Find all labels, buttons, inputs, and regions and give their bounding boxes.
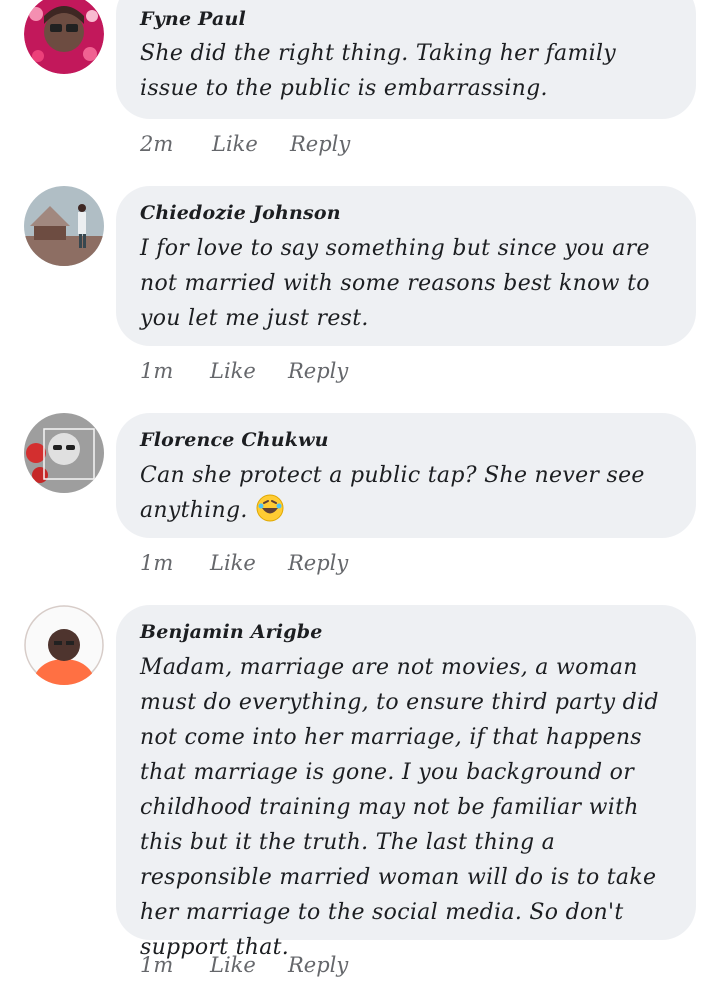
comment-bubble: Fyne Paul She did the right thing. Takin… <box>116 0 696 119</box>
like-button[interactable]: Like <box>212 132 258 156</box>
comment-bubble: Florence Chukwu Can she protect a public… <box>116 413 696 538</box>
like-button[interactable]: Like <box>210 359 256 383</box>
avatar[interactable] <box>24 186 104 266</box>
comment-text: I for love to say something but since yo… <box>140 236 650 331</box>
comment-timestamp[interactable]: 2m <box>140 132 173 156</box>
commenter-name[interactable]: Fyne Paul <box>140 8 246 30</box>
commenter-name[interactable]: Chiedozie Johnson <box>140 202 341 224</box>
comment-timestamp[interactable]: 1m <box>140 551 173 575</box>
like-button[interactable]: Like <box>210 551 256 575</box>
comment-bubble: Chiedozie Johnson I for love to say some… <box>116 186 696 346</box>
rolling-on-floor-laughing-icon <box>256 494 284 522</box>
like-button[interactable]: Like <box>210 953 256 977</box>
comment-timestamp[interactable]: 1m <box>140 359 173 383</box>
comment-timestamp[interactable]: 1m <box>140 953 173 977</box>
avatar[interactable] <box>24 0 104 74</box>
reply-button[interactable]: Reply <box>288 359 348 383</box>
reply-button[interactable]: Reply <box>290 132 350 156</box>
comment-text: She did the right thing. Taking her fami… <box>140 41 617 101</box>
avatar[interactable] <box>24 605 104 685</box>
commenter-name[interactable]: Florence Chukwu <box>140 429 329 451</box>
reply-button[interactable]: Reply <box>288 551 348 575</box>
comment-text: Madam, marriage are not movies, a woman … <box>140 655 659 960</box>
avatar[interactable] <box>24 413 104 493</box>
reply-button[interactable]: Reply <box>288 953 348 977</box>
comment-text: Can she protect a public tap? She never … <box>140 458 680 528</box>
commenter-name[interactable]: Benjamin Arigbe <box>140 621 323 643</box>
comment-bubble: Benjamin Arigbe Madam, marriage are not … <box>116 605 696 960</box>
comment-text-content: Can she protect a public tap? She never … <box>140 463 645 523</box>
